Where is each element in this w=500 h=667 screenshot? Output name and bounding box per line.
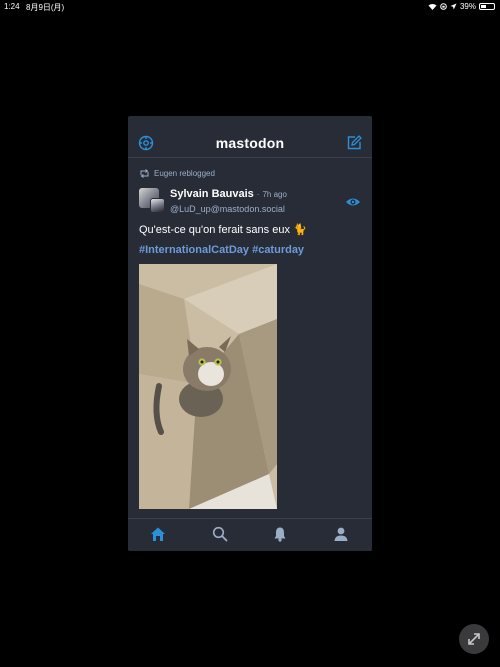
wifi-icon — [428, 3, 437, 10]
reblog-icon — [140, 169, 149, 178]
account-handle[interactable]: @LuD_up@mastodon.social — [170, 204, 285, 214]
cat-photo — [139, 264, 277, 509]
display-name[interactable]: Sylvain Bauvais — [170, 188, 254, 200]
reblog-indicator: Eugen reblogged — [139, 169, 215, 178]
home-icon[interactable] — [150, 526, 166, 542]
fullscreen-toggle-button[interactable] — [459, 624, 489, 654]
orientation-lock-icon — [440, 3, 447, 10]
notifications-icon[interactable] — [272, 526, 288, 542]
status-icons: 39% — [428, 2, 495, 11]
battery-icon — [479, 3, 495, 10]
hashtag-links[interactable]: #InternationalCatDay #caturday — [139, 244, 304, 256]
system-status-bar: 1:24 8月9日(月) 39% — [0, 0, 500, 14]
reblog-label: Eugen reblogged — [154, 169, 215, 178]
compose-icon[interactable] — [346, 135, 362, 151]
hashtags[interactable]: #InternationalCatDay #caturday — [139, 244, 304, 256]
tab-bar — [128, 518, 372, 551]
location-icon — [450, 3, 457, 10]
eye-icon[interactable] — [345, 196, 361, 208]
author-line: Sylvain Bauvais · 7h ago — [170, 188, 287, 200]
battery-percent: 39% — [459, 2, 476, 11]
status-time: 1:24 — [4, 2, 20, 11]
mastodon-app-window: mastodon Eugen reblogged Sylvain Bauvais… — [128, 116, 372, 551]
avatar[interactable] — [139, 188, 165, 214]
expand-arrows-icon — [468, 633, 480, 645]
separator: · — [256, 190, 260, 199]
search-icon[interactable] — [212, 526, 228, 542]
profile-icon[interactable] — [333, 526, 349, 542]
status-content: Qu'est-ce qu'on ferait sans eux 🐈 — [139, 224, 307, 236]
reblogger-avatar[interactable] — [150, 198, 165, 213]
status-card[interactable]: Eugen reblogged Sylvain Bauvais · 7h ago… — [128, 166, 372, 521]
status-date: 8月9日(月) — [26, 3, 65, 12]
media-attachment[interactable] — [139, 264, 277, 509]
app-header: mastodon — [128, 116, 372, 158]
app-logo: mastodon — [215, 135, 285, 151]
timestamp[interactable]: 7h ago — [262, 190, 286, 199]
